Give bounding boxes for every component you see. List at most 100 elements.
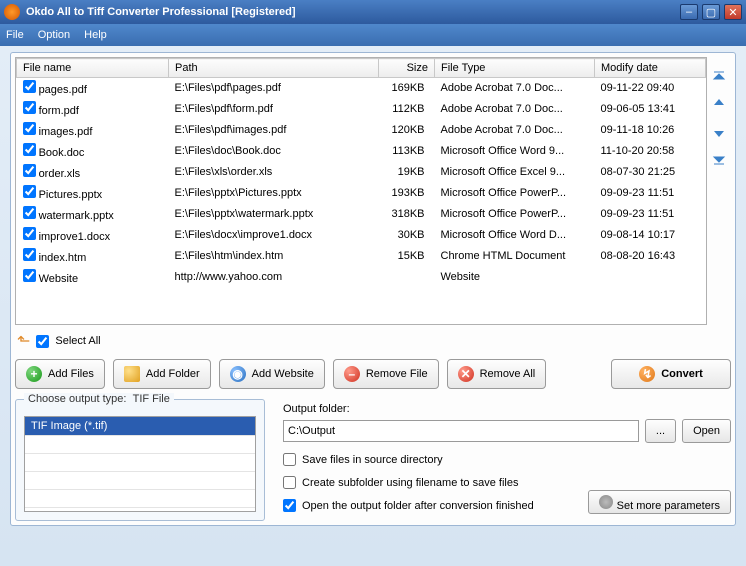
row-checkbox[interactable] xyxy=(23,143,36,156)
row-checkbox[interactable] xyxy=(23,164,36,177)
menu-option[interactable]: Option xyxy=(38,29,70,41)
cell-date xyxy=(595,267,706,288)
open-after-label: Open the output folder after conversion … xyxy=(302,500,534,512)
minus-icon: – xyxy=(344,366,360,382)
table-row[interactable]: Websitehttp://www.yahoo.comWebsite xyxy=(17,267,706,288)
menu-help[interactable]: Help xyxy=(84,29,107,41)
col-filename[interactable]: File name xyxy=(17,59,169,78)
cell-type: Adobe Acrobat 7.0 Doc... xyxy=(435,99,595,120)
cell-path: E:\Files\docx\improve1.docx xyxy=(169,225,379,246)
move-down-button[interactable] xyxy=(710,123,728,141)
cell-date: 09-09-23 11:51 xyxy=(595,183,706,204)
table-row[interactable]: images.pdfE:\Files\pdf\images.pdf120KBAd… xyxy=(17,120,706,141)
move-bottom-button[interactable] xyxy=(710,151,728,169)
x-icon: ✕ xyxy=(458,366,474,382)
add-website-button[interactable]: ◉Add Website xyxy=(219,359,325,389)
cell-type: Chrome HTML Document xyxy=(435,246,595,267)
row-checkbox[interactable] xyxy=(23,122,36,135)
title-bar: Okdo All to Tiff Converter Professional … xyxy=(0,0,746,24)
table-row[interactable]: Book.doc E:\Files\doc\Book.doc113KBMicros… xyxy=(17,141,706,162)
output-folder-input[interactable] xyxy=(283,420,639,442)
convert-button[interactable]: ↯Convert xyxy=(611,359,731,389)
set-more-parameters-button[interactable]: Set more parameters xyxy=(588,490,731,514)
cell-date: 09-09-23 11:51 xyxy=(595,204,706,225)
table-row[interactable]: index.htmE:\Files\htm\index.htm15KBChrom… xyxy=(17,246,706,267)
row-checkbox[interactable] xyxy=(23,269,36,282)
add-files-button[interactable]: +Add Files xyxy=(15,359,105,389)
col-filetype[interactable]: File Type xyxy=(435,59,595,78)
output-type-legend: Choose output type: xyxy=(28,393,126,405)
maximize-button[interactable]: ▢ xyxy=(702,4,720,20)
cell-path: E:\Files\pdf\form.pdf xyxy=(169,99,379,120)
menu-file[interactable]: File xyxy=(6,29,24,41)
create-subfolder-label: Create subfolder using filename to save … xyxy=(302,477,518,489)
cell-type: Microsoft Office PowerP... xyxy=(435,204,595,225)
browse-button[interactable]: ... xyxy=(645,419,676,443)
table-row[interactable]: Pictures.pptx E:\Files\pptx\Pictures.pptx… xyxy=(17,183,706,204)
save-source-label: Save files in source directory xyxy=(302,454,443,466)
cell-size: 318KB xyxy=(379,204,435,225)
col-path[interactable]: Path xyxy=(169,59,379,78)
row-checkbox[interactable] xyxy=(23,101,36,114)
cell-path: E:\Files\pdf\pages.pdf xyxy=(169,78,379,99)
cell-date: 09-08-14 10:17 xyxy=(595,225,706,246)
cell-date: 11-10-20 20:58 xyxy=(595,141,706,162)
output-type-list[interactable]: TIF Image (*.tif) xyxy=(24,416,256,512)
cell-size: 30KB xyxy=(379,225,435,246)
add-folder-button[interactable]: Add Folder xyxy=(113,359,211,389)
cell-date: 09-11-22 09:40 xyxy=(595,78,706,99)
select-all-label: Select All xyxy=(55,335,100,347)
table-row[interactable]: improve1.docx E:\Files\docx\improve1.docx… xyxy=(17,225,706,246)
cell-date: 09-11-18 10:26 xyxy=(595,120,706,141)
cell-size xyxy=(379,267,435,288)
cell-date: 08-07-30 21:25 xyxy=(595,162,706,183)
up-arrow-icon: ⬑ xyxy=(17,331,30,351)
cell-filename: watermark.pptx xyxy=(39,210,114,222)
convert-icon: ↯ xyxy=(639,366,655,382)
cell-filename: pages.pdf xyxy=(39,84,87,96)
move-top-button[interactable] xyxy=(710,67,728,85)
table-row[interactable]: pages.pdf E:\Files\pdf\pages.pdf169KBAdob… xyxy=(17,78,706,99)
cell-type: Microsoft Office Word D... xyxy=(435,225,595,246)
cell-size: 169KB xyxy=(379,78,435,99)
table-row[interactable]: order.xlsE:\Files\xls\order.xls19KBMicro… xyxy=(17,162,706,183)
row-checkbox[interactable] xyxy=(23,185,36,198)
cell-filename: index.htm xyxy=(39,252,87,264)
open-folder-button[interactable]: Open xyxy=(682,419,731,443)
remove-file-button[interactable]: –Remove File xyxy=(333,359,439,389)
minimize-button[interactable]: – xyxy=(680,4,698,20)
open-after-checkbox[interactable] xyxy=(283,499,296,512)
table-row[interactable]: form.pdfE:\Files\pdf\form.pdf112KBAdobe … xyxy=(17,99,706,120)
col-modifydate[interactable]: Modify date xyxy=(595,59,706,78)
output-type-group: Choose output type: TIF File TIF Image (… xyxy=(15,399,265,521)
select-all-checkbox[interactable] xyxy=(36,335,49,348)
cell-type: Microsoft Office Word 9... xyxy=(435,141,595,162)
cell-size: 113KB xyxy=(379,141,435,162)
cell-path: E:\Files\pptx\Pictures.pptx xyxy=(169,183,379,204)
cell-path: E:\Files\pdf\images.pdf xyxy=(169,120,379,141)
close-button[interactable]: ✕ xyxy=(724,4,742,20)
remove-all-button[interactable]: ✕Remove All xyxy=(447,359,547,389)
col-size[interactable]: Size xyxy=(379,59,435,78)
menu-bar: File Option Help xyxy=(0,24,746,46)
row-checkbox[interactable] xyxy=(23,80,36,93)
cell-path: E:\Files\doc\Book.doc xyxy=(169,141,379,162)
cell-filename: images.pdf xyxy=(39,126,93,138)
move-up-button[interactable] xyxy=(710,95,728,113)
cell-filename: improve1.docx xyxy=(39,231,111,243)
output-type-option[interactable]: TIF Image (*.tif) xyxy=(25,417,255,436)
row-checkbox[interactable] xyxy=(23,227,36,240)
cell-type: Adobe Acrobat 7.0 Doc... xyxy=(435,78,595,99)
cell-type: Microsoft Office Excel 9... xyxy=(435,162,595,183)
row-checkbox[interactable] xyxy=(23,206,36,219)
save-source-checkbox[interactable] xyxy=(283,453,296,466)
cell-size: 15KB xyxy=(379,246,435,267)
file-list[interactable]: File name Path Size File Type Modify dat… xyxy=(15,57,707,325)
row-checkbox[interactable] xyxy=(23,248,36,261)
cell-filename: Pictures.pptx xyxy=(39,189,103,201)
create-subfolder-checkbox[interactable] xyxy=(283,476,296,489)
cell-filename: Book.doc xyxy=(39,147,85,159)
cell-date: 09-06-05 13:41 xyxy=(595,99,706,120)
table-row[interactable]: watermark.pptxE:\Files\pptx\watermark.pp… xyxy=(17,204,706,225)
cell-size: 112KB xyxy=(379,99,435,120)
